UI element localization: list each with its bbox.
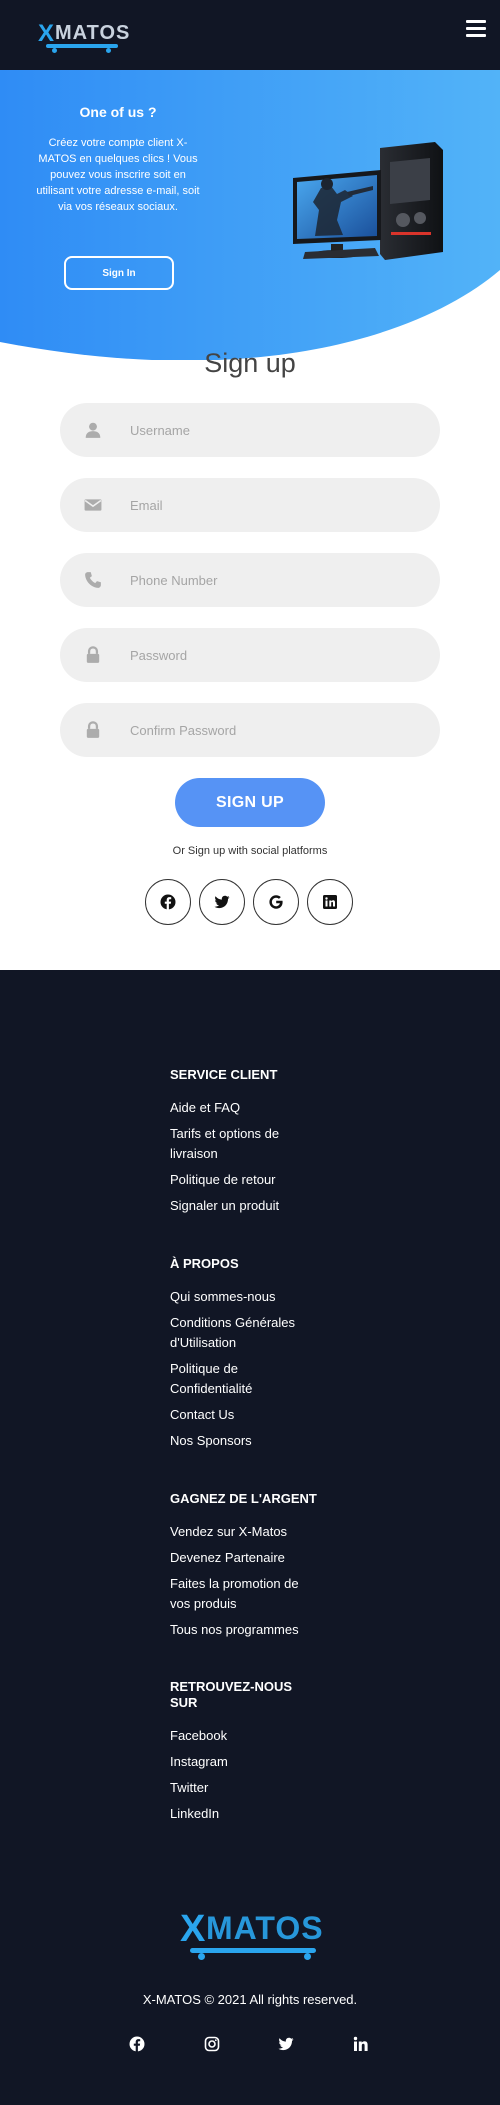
confirm-password-input[interactable] (130, 703, 420, 757)
hamburger-menu-icon[interactable] (466, 20, 486, 38)
footer-link-contact-us[interactable]: Contact Us (170, 1405, 320, 1425)
footer-link-promotion-produits[interactable]: Faites la promotion de vos produis (170, 1574, 320, 1614)
hero-description: Créez votre compte client X-MATOS en que… (36, 137, 200, 213)
twitter-icon (278, 2037, 294, 2051)
footer-heading-gagnez-argent: GAGNEZ DE L'ARGENT (170, 1491, 317, 1506)
linkedin-icon (323, 895, 337, 909)
footer-link-twitter[interactable]: Twitter (170, 1778, 320, 1798)
footer-link-tarifs-livraison[interactable]: Tarifs et options de livraison (170, 1124, 320, 1164)
footer-link-politique-confidentialite[interactable]: Politique de Confidentialité (170, 1359, 320, 1399)
email-input[interactable] (130, 478, 420, 532)
hero-text-block: One of us ? Créez votre compte client X-… (30, 104, 206, 215)
footer-link-nos-sponsors[interactable]: Nos Sponsors (170, 1431, 320, 1451)
gaming-pc-image (293, 142, 443, 260)
user-icon (85, 422, 101, 438)
sign-up-button[interactable]: SIGN UP (175, 778, 325, 827)
email-field[interactable] (60, 478, 440, 532)
facebook-icon (160, 894, 176, 910)
footer-link-qui-sommes-nous[interactable]: Qui sommes-nous (170, 1287, 320, 1307)
footer-link-aide-faq[interactable]: Aide et FAQ (170, 1098, 320, 1118)
google-signup-button[interactable] (253, 879, 299, 925)
footer-link-vendez[interactable]: Vendez sur X-Matos (170, 1522, 320, 1542)
footer-facebook-link[interactable] (129, 2036, 147, 2054)
footer-link-tous-programmes[interactable]: Tous nos programmes (170, 1620, 320, 1640)
footer-link-facebook[interactable]: Facebook (170, 1726, 320, 1746)
instagram-icon (204, 2036, 220, 2052)
twitter-signup-button[interactable] (199, 879, 245, 925)
lock-icon (86, 646, 100, 663)
phone-icon (85, 572, 101, 588)
social-signup-text: Or Sign up with social platforms (172, 845, 328, 857)
copyright-text: X-MATOS © 2021 All rights reserved. (142, 1992, 358, 2007)
envelope-icon (84, 499, 102, 511)
hero-title: One of us ? (79, 104, 157, 120)
phone-field[interactable] (60, 553, 440, 607)
linkedin-icon (353, 2036, 368, 2051)
linkedin-signup-button[interactable] (307, 879, 353, 925)
footer-link-devenez-partenaire[interactable]: Devenez Partenaire (170, 1548, 320, 1568)
footer-heading-retrouvez-nous: RETROUVEZ-NOUS SUR (170, 1679, 293, 1710)
facebook-icon (129, 2036, 145, 2052)
top-navbar: X MATOS (0, 0, 500, 70)
footer-link-linkedin[interactable]: LinkedIn (170, 1804, 320, 1824)
footer-heading-a-propos: À PROPOS (170, 1256, 239, 1271)
password-input[interactable] (130, 628, 420, 682)
facebook-signup-button[interactable] (145, 879, 191, 925)
username-input[interactable] (130, 403, 420, 457)
google-icon (269, 895, 283, 909)
lock-icon (86, 721, 100, 738)
footer-instagram-link[interactable] (204, 2036, 222, 2054)
xmatos-logo[interactable]: X MATOS (38, 18, 129, 53)
twitter-icon (214, 895, 230, 909)
signup-title: Sign up (204, 348, 296, 378)
footer-link-signaler-produit[interactable]: Signaler un produit (170, 1196, 320, 1216)
footer-twitter-link[interactable] (278, 2036, 296, 2054)
sign-in-button[interactable]: Sign In (64, 256, 174, 290)
footer-xmatos-logo: X MATOS (180, 1908, 323, 1960)
confirm-password-field[interactable] (60, 703, 440, 757)
phone-number-input[interactable] (130, 553, 420, 607)
password-field[interactable] (60, 628, 440, 682)
footer-linkedin-link[interactable] (353, 2036, 371, 2054)
footer-link-politique-retour[interactable]: Politique de retour (170, 1170, 320, 1190)
footer-heading-service-client: SERVICE CLIENT (170, 1067, 278, 1082)
footer-link-instagram[interactable]: Instagram (170, 1752, 320, 1772)
username-field[interactable] (60, 403, 440, 457)
footer-link-conditions-generales[interactable]: Conditions Générales d'Utilisation (170, 1313, 320, 1353)
